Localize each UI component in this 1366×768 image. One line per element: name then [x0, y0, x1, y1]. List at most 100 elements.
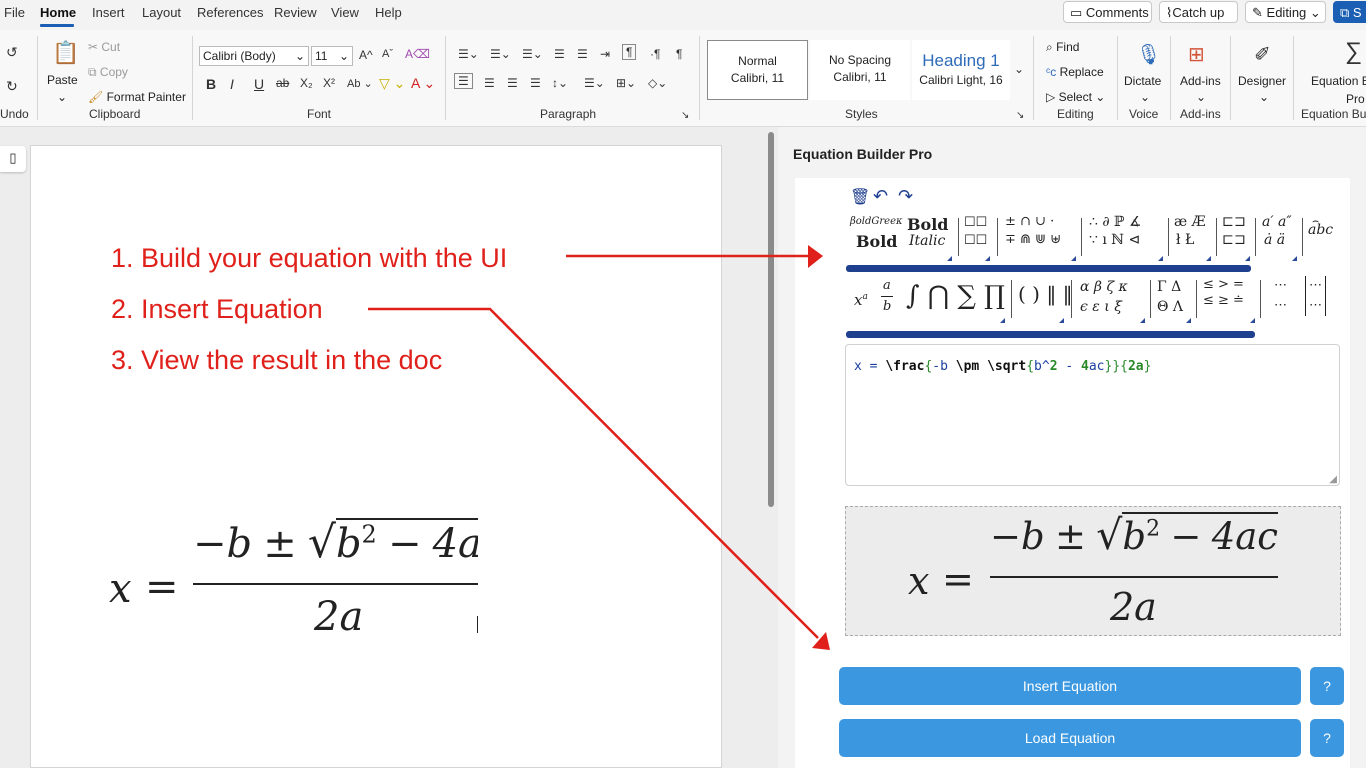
undo-icon[interactable]: ↶ [873, 186, 888, 207]
grow-font-icon[interactable]: A^ [359, 48, 373, 62]
superscript-button[interactable]: xa [854, 291, 868, 309]
menu-layout[interactable]: Layout [142, 5, 181, 20]
multilevel-list-icon[interactable]: ☰⌄ [522, 47, 543, 61]
paste-button[interactable]: Paste [47, 73, 78, 87]
change-case-icon[interactable]: Ab ⌄ [347, 77, 373, 90]
latex-editor[interactable]: x = \frac{-b \pm \sqrt{b^2 - 4ac}}{2a} ◢ [845, 344, 1340, 486]
bold-button[interactable]: Bold [907, 215, 948, 234]
borders-icon[interactable]: ⊞⌄ [616, 76, 636, 90]
style-normal[interactable]: Normal Calibri, 11 [707, 40, 808, 100]
big-operators[interactable]: ∫ ⋂ ∑ ∏ [906, 281, 1005, 311]
strikethrough-icon[interactable]: ab [276, 76, 289, 90]
palette-scrollbar-2[interactable] [846, 331, 1255, 338]
relations-bottom[interactable]: ≤ ≥ ≐ [1203, 293, 1244, 308]
pane-resize-handle[interactable] [768, 132, 774, 507]
numbering-icon[interactable]: ☰⌄ [490, 47, 511, 61]
share-button[interactable]: ⧉ S [1333, 1, 1366, 23]
bullets-icon[interactable]: ☰⌄ [458, 47, 479, 61]
navigation-pane-icon[interactable]: ▯ [0, 146, 26, 172]
matrix-template-icon[interactable]: ☐☐ [964, 215, 987, 230]
style-heading-1[interactable]: Heading 1 Calibri Light, 16 [912, 40, 1010, 100]
undo-icon[interactable]: ↺ [6, 44, 18, 61]
relations-top[interactable]: ≤ > = [1203, 277, 1244, 292]
greek-top[interactable]: α β ζ κ [1080, 279, 1128, 295]
accents-bottom[interactable]: ȧ ä [1264, 232, 1285, 248]
copy-button[interactable]: ⧉ Copy [88, 65, 128, 80]
dialog-launcher-icon[interactable]: ↘ [681, 110, 689, 121]
style-no-spacing[interactable]: No Spacing Calibri, 11 [810, 40, 910, 100]
sigma-icon[interactable]: ∑ [1345, 38, 1362, 66]
increase-indent-icon[interactable]: ☰ [577, 47, 588, 61]
primes-top[interactable]: a′ a″ [1262, 214, 1292, 230]
ligatures-top[interactable]: æ Æ [1174, 214, 1206, 230]
resize-grip-icon[interactable]: ◢ [1329, 474, 1337, 485]
bold-icon[interactable]: B [206, 76, 216, 92]
load-equation-button[interactable]: Load Equation [839, 719, 1301, 757]
align-right-icon[interactable]: ☰ [507, 76, 518, 90]
insert-help-button[interactable]: ? [1310, 667, 1344, 705]
dots-bottom[interactable]: ⋯ [1274, 298, 1287, 313]
microphone-icon[interactable]: 🎙 [1136, 42, 1161, 67]
line-spacing-icon[interactable]: ↕⌄ [552, 76, 568, 90]
dialog-launcher-icon[interactable]: ↘ [1016, 110, 1024, 121]
dots-top[interactable]: ⋯ [1274, 278, 1287, 293]
bracket-template-icon[interactable]: ⊏⊐ [1222, 214, 1246, 230]
trash-icon[interactable]: 🗑 [850, 187, 870, 207]
pilcrow-icon[interactable]: ¶ [676, 47, 682, 61]
capital-greek-top[interactable]: Γ Δ [1157, 279, 1181, 295]
styles-more-icon[interactable]: ⌄ [1014, 62, 1024, 76]
italic-icon[interactable]: I [230, 76, 234, 92]
superscript-icon[interactable]: X² [323, 76, 335, 90]
font-size-select[interactable]: 11 ⌄ [311, 46, 353, 66]
find-button[interactable]: ⌕ Find [1046, 40, 1079, 55]
menu-insert[interactable]: Insert [92, 5, 125, 20]
rtl-icon[interactable]: ·¶ [650, 47, 660, 61]
decrease-indent-icon[interactable]: ☰ [554, 47, 565, 61]
subscript-icon[interactable]: X₂ [300, 76, 313, 90]
redo-icon[interactable]: ↻ [6, 78, 18, 95]
menu-references[interactable]: References [197, 5, 263, 20]
select-button[interactable]: ▷ Select ⌄ [1046, 90, 1105, 104]
chevron-down-icon[interactable]: ⌄ [1196, 90, 1206, 104]
paragraph-spacing-icon[interactable]: ☰⌄ [584, 76, 605, 90]
font-name-select[interactable]: Calibri (Body) ⌄ [199, 46, 309, 66]
paste-icon[interactable]: 📋 [52, 40, 79, 66]
inserted-equation[interactable]: x = −b ± √b2 − 4ac 2a [109, 514, 478, 644]
highlight-icon[interactable]: ▽ ⌄ [379, 75, 405, 92]
insert-equation-button[interactable]: Insert Equation [839, 667, 1301, 705]
show-marks-icon[interactable]: ¶ [622, 44, 637, 60]
menu-review[interactable]: Review [274, 5, 317, 20]
menu-file[interactable]: File [4, 5, 25, 20]
clear-format-icon[interactable]: A⌫ [405, 47, 430, 61]
underline-icon[interactable]: U [254, 76, 264, 92]
widetilde-button[interactable]: abc [1308, 222, 1333, 238]
designer-button[interactable]: Designer [1238, 74, 1286, 88]
ligatures-bottom[interactable]: ł Ł [1176, 232, 1194, 248]
replace-button[interactable]: ᶜc Replace [1046, 65, 1104, 79]
misc-symbols-bottom[interactable]: ∵ ı ℕ ⊲ [1089, 232, 1140, 248]
font-color-icon[interactable]: A ⌄ [411, 75, 435, 92]
chevron-down-icon[interactable]: ⌄ [1140, 90, 1150, 104]
addins-icon[interactable]: ⊞ [1188, 42, 1205, 67]
greek-bottom[interactable]: ϵ ε ι ξ [1080, 299, 1122, 315]
matrix-dots-icon[interactable]: ⋯ ⋯ [1305, 276, 1326, 316]
load-help-button[interactable]: ? [1310, 719, 1344, 757]
redo-icon[interactable]: ↷ [898, 186, 913, 207]
cut-button[interactable]: ✂ Cut [88, 40, 120, 54]
menu-home[interactable]: Home [40, 5, 76, 20]
delimiters[interactable]: ( ) ‖ ‖ [1018, 282, 1073, 306]
align-left-icon[interactable]: ☰ [454, 73, 473, 89]
designer-icon[interactable]: ✐ [1254, 42, 1271, 67]
chevron-down-icon[interactable]: ⌄ [57, 90, 67, 104]
menu-help[interactable]: Help [375, 5, 402, 20]
align-center-icon[interactable]: ☰ [484, 76, 495, 90]
palette-scrollbar-1[interactable] [846, 265, 1251, 272]
shading-icon[interactable]: ◇⌄ [648, 76, 667, 90]
fraction-numerator[interactable]: a [883, 278, 891, 293]
italic-button[interactable]: Italic [909, 233, 945, 249]
operators-bottom[interactable]: ∓ ⋒ ⋓ ⊎ [1005, 232, 1061, 247]
equation-builder-button[interactable]: Equation B [1311, 74, 1366, 88]
chevron-down-icon[interactable]: ⌄ [1259, 90, 1269, 104]
dictate-button[interactable]: Dictate [1124, 74, 1161, 88]
misc-symbols-top[interactable]: ∴ ∂ ℙ ∡ [1089, 214, 1142, 230]
